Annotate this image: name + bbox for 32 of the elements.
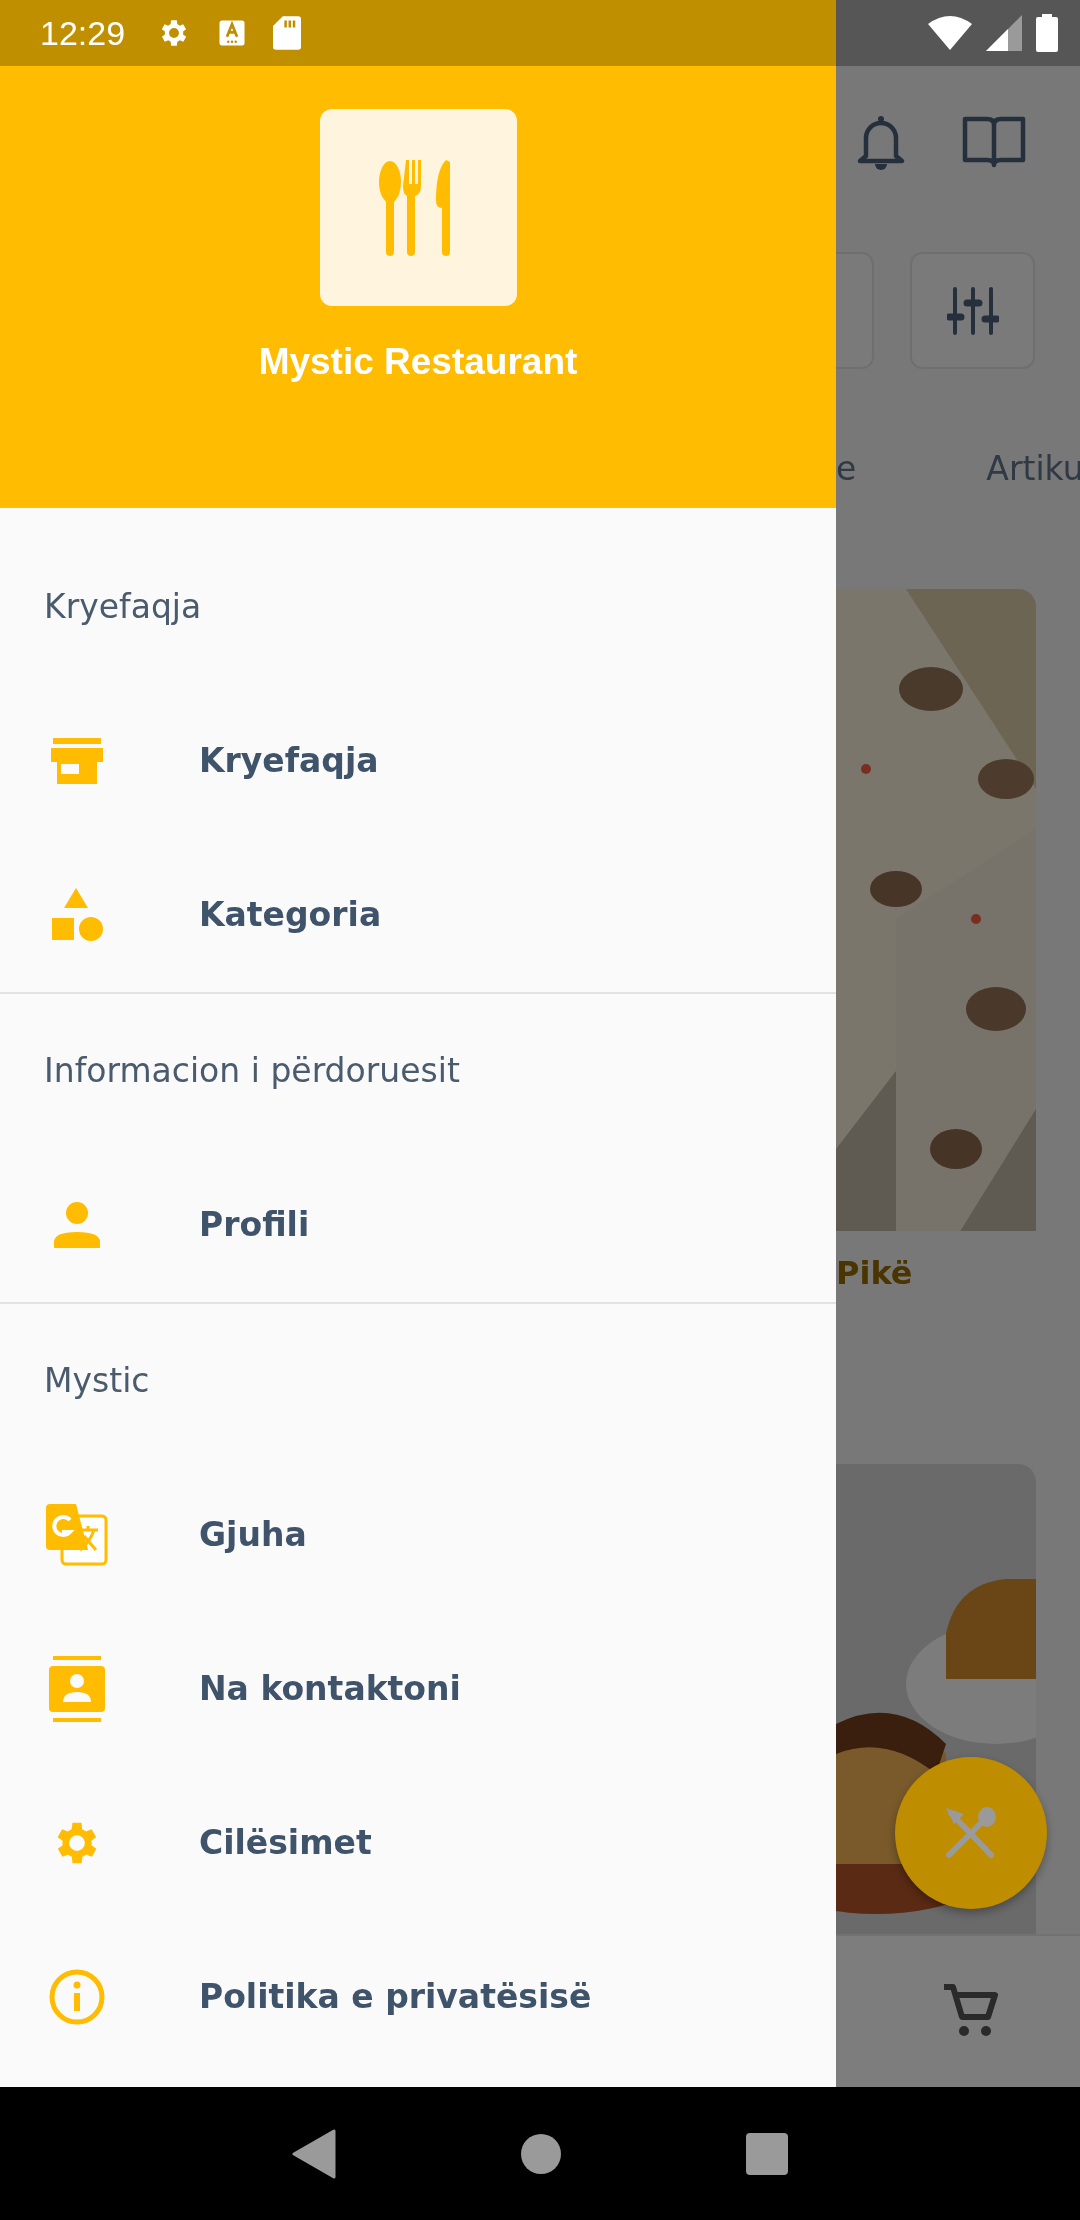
shapes-icon (50, 888, 104, 942)
menu-item[interactable]: Cilësimet (0, 1766, 836, 1920)
keyboard-a-icon (217, 18, 248, 48)
restaurant-name: Mystic Restaurant (258, 340, 578, 384)
battery-icon (1036, 14, 1058, 52)
section-header: Kryefaqja (44, 586, 202, 629)
home-icon[interactable] (521, 2133, 561, 2174)
section-header: Informacion i përdoruesit (44, 1050, 460, 1093)
sliders-icon (946, 286, 999, 335)
menu-item[interactable]: Politika e privatësisë (0, 1920, 836, 2074)
search-field[interactable] (836, 252, 874, 370)
menu-item[interactable]: Na kontaktoni (0, 1612, 836, 1766)
filter-button[interactable] (910, 252, 1035, 370)
bell-icon[interactable] (856, 114, 906, 171)
menu-item[interactable]: Gjuha (0, 1458, 836, 1612)
sd-card-icon (273, 16, 302, 50)
dish-title: Pikë (836, 1253, 914, 1295)
menu-item[interactable]: Kryefaqja (0, 684, 836, 838)
translate-icon (46, 1504, 108, 1566)
cutlery-icon (943, 1805, 999, 1861)
status-time: 12:29 (40, 12, 126, 54)
signal-icon (986, 15, 1022, 51)
menu-item[interactable]: Profili (0, 1148, 836, 1302)
menu-item[interactable]: Kategoria (0, 838, 836, 992)
store-icon (51, 738, 103, 784)
section-header: Mystic (44, 1360, 150, 1403)
back-icon[interactable] (292, 2128, 337, 2179)
person-icon (54, 1202, 100, 1248)
contact-card-icon (49, 1656, 105, 1722)
recents-icon[interactable] (745, 2132, 788, 2175)
wifi-icon (928, 16, 972, 50)
info-icon (49, 1969, 105, 2025)
